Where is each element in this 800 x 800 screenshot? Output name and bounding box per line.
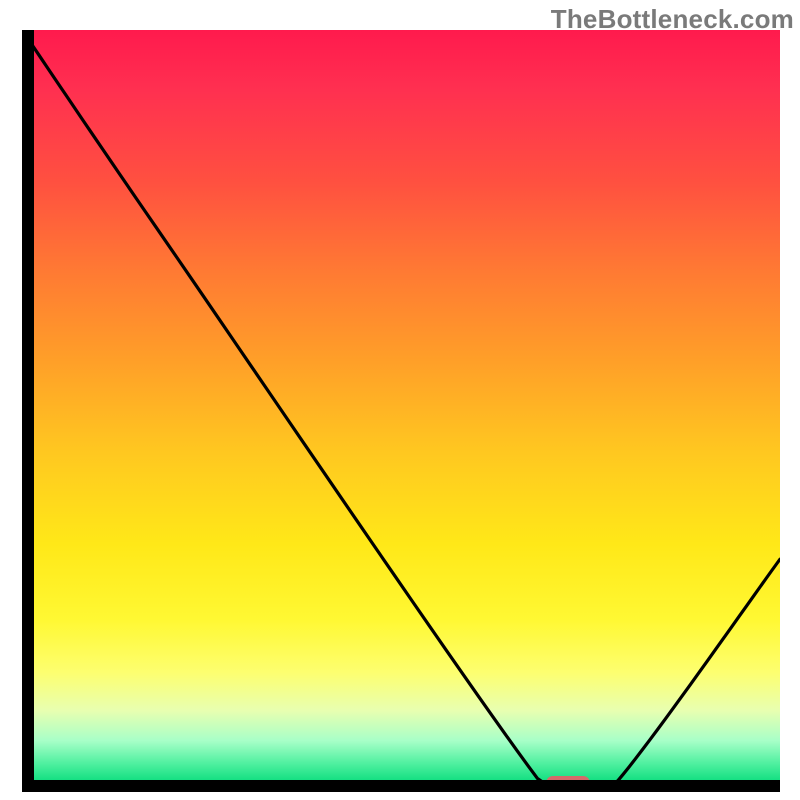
y-axis — [22, 30, 34, 786]
x-axis — [22, 780, 780, 792]
bottleneck-chart: TheBottleneck.com — [0, 0, 800, 800]
plot-gradient-background — [22, 30, 780, 786]
